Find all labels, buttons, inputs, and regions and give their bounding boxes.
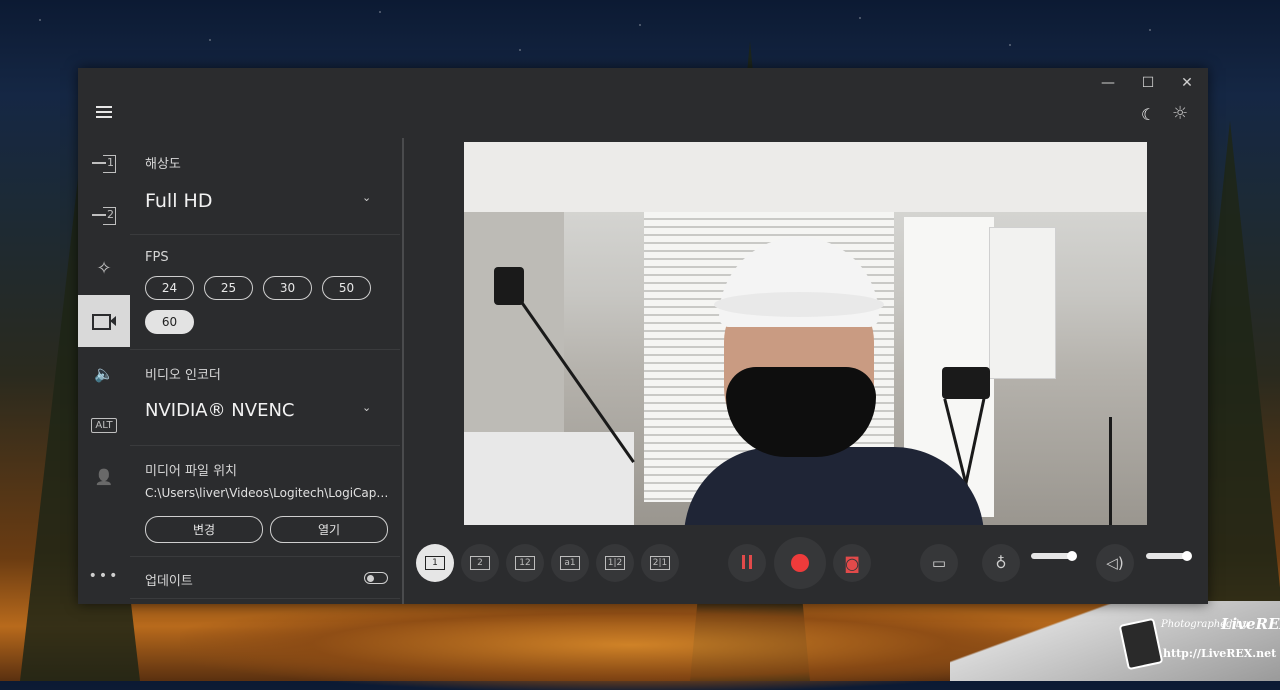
encoder-label: 비디오 인코더	[145, 368, 221, 383]
rail-item-account[interactable]: 👤	[78, 451, 130, 503]
title-bar: — ☐ ✕	[78, 68, 1208, 98]
user-icon: 👤	[94, 468, 114, 486]
chevron-down-icon[interactable]: ⌄	[362, 401, 371, 414]
encoder-select[interactable]: NVIDIA® NVENC	[145, 400, 294, 421]
camera-preview	[464, 142, 1147, 525]
app-window: — ☐ ✕ ☾ ☼ 1 2 ✧ 🔈 ALT 👤 ••• 해상도 Full HD …	[78, 68, 1208, 604]
watermark-url: http://LiveREX.net	[1163, 647, 1277, 660]
input-source-1-icon: 1	[92, 155, 116, 173]
record-icon	[791, 554, 809, 572]
preview-person	[684, 237, 984, 525]
hamburger-menu-icon[interactable]	[96, 106, 112, 120]
fps-option-60[interactable]: 60	[145, 310, 194, 334]
pause-button[interactable]	[728, 544, 766, 582]
preview-tripod	[1109, 417, 1112, 525]
layout-pip-button[interactable]: 12	[506, 544, 544, 582]
top-bar: ☾ ☼	[78, 98, 1208, 138]
rail-item-source-2[interactable]: 2	[78, 190, 130, 242]
open-button[interactable]: 열기	[270, 516, 388, 543]
mic-button[interactable]: ♁	[982, 544, 1020, 582]
resolution-label: 해상도	[145, 157, 181, 172]
divider	[130, 556, 400, 557]
watermark: Photographed by LiveREX http://LiveREX.n…	[1118, 615, 1280, 671]
layout-1-button[interactable]: 1	[416, 544, 454, 582]
change-button[interactable]: 변경	[145, 516, 263, 543]
folder-icon: ▭	[931, 554, 947, 572]
sun-icon[interactable]: ☼	[1172, 103, 1188, 124]
watermark-logo	[1118, 617, 1164, 671]
alt-icon: ALT	[91, 417, 117, 433]
moon-icon[interactable]: ☾	[1141, 105, 1155, 124]
update-toggle[interactable]	[364, 572, 388, 584]
divider	[130, 445, 400, 446]
slider-handle[interactable]	[1182, 551, 1192, 561]
maximize-button[interactable]: ☐	[1138, 74, 1158, 94]
minimize-button[interactable]: —	[1098, 74, 1118, 94]
camera-icon: ◙	[844, 553, 860, 573]
update-label: 업데이트	[145, 574, 193, 589]
layout-side-by-side-button[interactable]: 1|2	[596, 544, 634, 582]
media-location-label: 미디어 파일 위치	[145, 464, 237, 479]
pause-icon	[740, 554, 754, 573]
input-source-2-icon: 2	[92, 207, 116, 225]
rail-item-audio[interactable]: 🔈	[78, 347, 130, 399]
preview-ceiling	[464, 142, 1147, 212]
divider	[130, 234, 400, 235]
divider	[130, 598, 400, 599]
rail-item-effects[interactable]: ✧	[78, 242, 130, 294]
divider	[130, 349, 400, 350]
watermark-brand: LiveREX	[1221, 615, 1280, 633]
rail-item-video[interactable]	[78, 295, 130, 347]
magic-wand-icon: ✧	[96, 257, 112, 279]
open-folder-button[interactable]: ▭	[920, 544, 958, 582]
control-bar: 1 2 12 a1 1|2 2|1 ◙ ▭ ♁ ◁)	[404, 534, 1208, 594]
campfire-glow	[180, 600, 1080, 690]
preview-shelf	[464, 432, 634, 525]
preview-camera-left	[494, 267, 524, 305]
rail-item-alt[interactable]: ALT	[78, 399, 130, 451]
fps-option-25[interactable]: 25	[204, 276, 253, 300]
more-options-icon[interactable]: •••	[78, 568, 130, 584]
mic-icon: ♁	[995, 554, 1007, 572]
preview-air-conditioner	[989, 227, 1056, 379]
layout-pip-left-button[interactable]: a1	[551, 544, 589, 582]
speaker-button[interactable]: ◁)	[1096, 544, 1134, 582]
side-rail: 1 2 ✧ 🔈 ALT 👤 •••	[78, 138, 130, 604]
media-path: C:\Users\liver\Videos\Logitech\LogiCaptu…	[145, 486, 393, 500]
layout-side-by-side-swap-button[interactable]: 2|1	[641, 544, 679, 582]
fps-label: FPS	[145, 250, 169, 265]
speaker-volume-slider[interactable]	[1146, 551, 1192, 561]
resolution-select[interactable]: Full HD	[145, 190, 212, 212]
settings-panel: 해상도 Full HD ⌄ FPS 24 25 30 50 60 비디오 인코더…	[130, 138, 400, 604]
close-button[interactable]: ✕	[1177, 74, 1197, 94]
record-button[interactable]	[774, 537, 826, 589]
speaker-icon: 🔈	[94, 363, 114, 383]
fps-option-50[interactable]: 50	[322, 276, 371, 300]
rail-item-source-1[interactable]: 1	[78, 138, 130, 190]
video-camera-icon	[92, 314, 116, 330]
fps-option-24[interactable]: 24	[145, 276, 194, 300]
snapshot-button[interactable]: ◙	[833, 544, 871, 582]
slider-handle[interactable]	[1067, 551, 1077, 561]
layout-2-button[interactable]: 2	[461, 544, 499, 582]
speaker-icon: ◁)	[1106, 554, 1124, 572]
fps-option-30[interactable]: 30	[263, 276, 312, 300]
mic-volume-slider[interactable]	[1031, 551, 1077, 561]
chevron-down-icon[interactable]: ⌄	[362, 191, 371, 204]
